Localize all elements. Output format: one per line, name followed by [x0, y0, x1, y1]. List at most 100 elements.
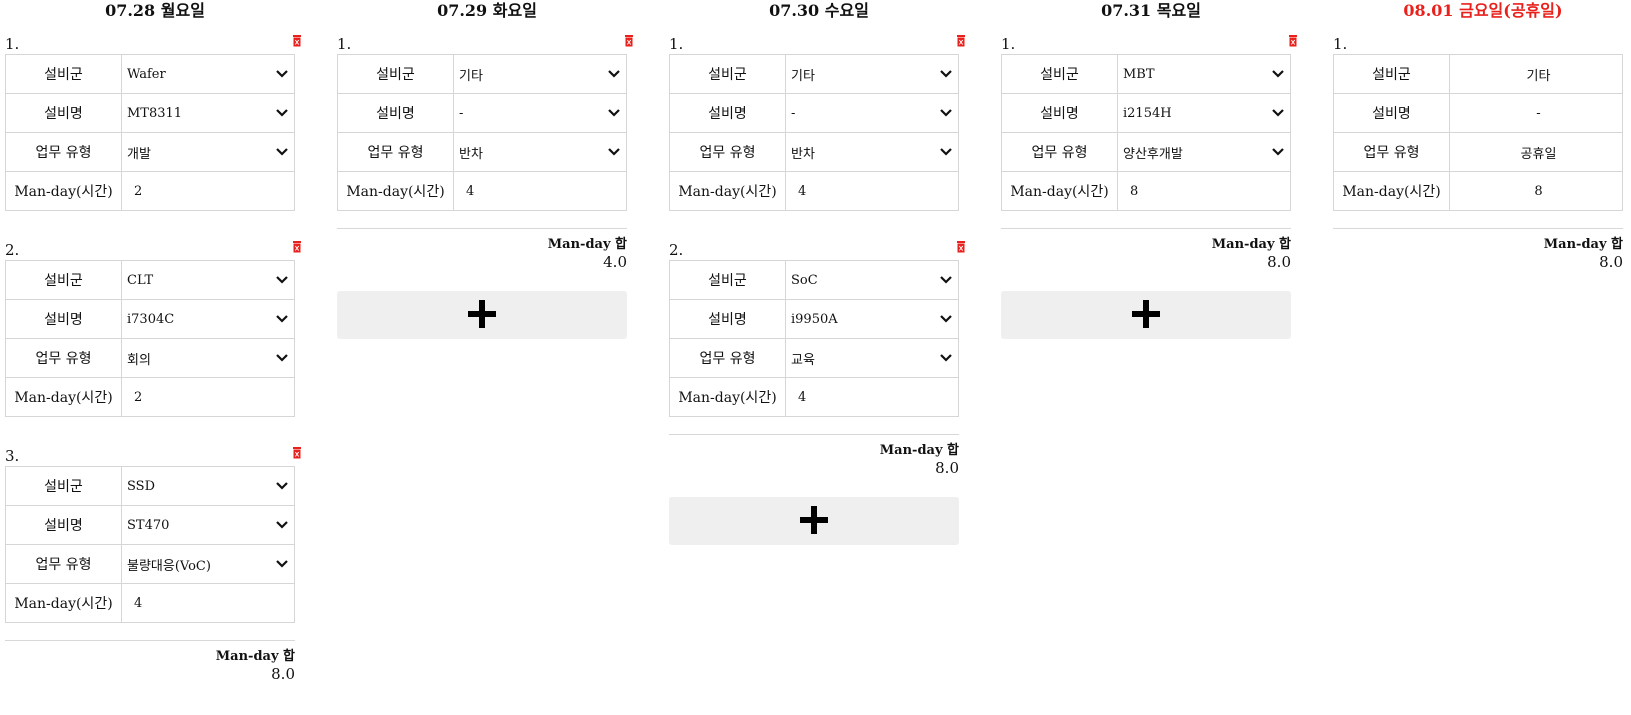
work-type-value: 회의: [127, 352, 151, 368]
chevron-down-icon: [608, 68, 620, 80]
chevron-down-icon: [608, 107, 620, 119]
work-type-label: 업무 유형: [5, 544, 122, 584]
hours-input[interactable]: 4: [453, 171, 627, 211]
group-select[interactable]: MBT: [1117, 54, 1291, 94]
name-label: 설비명: [5, 505, 122, 545]
hours-value: 2: [134, 389, 143, 405]
hours-label: Man-day(시간): [5, 171, 122, 211]
entry-form: 설비군 MBT 설비명 i2154H 업무 유형 양산후개발 Man-day(시…: [1001, 54, 1291, 211]
hours-input[interactable]: 2: [121, 171, 295, 211]
hours-label: Man-day(시간): [337, 171, 454, 211]
work-type-select[interactable]: 반차: [785, 132, 959, 172]
chevron-down-icon: [940, 146, 952, 158]
name-readonly: -: [1449, 93, 1623, 133]
work-type-select[interactable]: 반차: [453, 132, 627, 172]
day-column-wed: 07.30 수요일 1. 설비군 기타 설비명 - 업무 유형 반차 Man-d…: [669, 0, 969, 545]
name-select[interactable]: i7304C: [121, 299, 295, 339]
group-label: 설비군: [1001, 54, 1118, 94]
hours-value: 4: [134, 595, 143, 611]
add-entry-button[interactable]: [1001, 291, 1291, 339]
group-value: Wafer: [127, 66, 166, 82]
trash-icon[interactable]: [956, 241, 966, 253]
work-type-value: 반차: [791, 146, 815, 162]
name-label: 설비명: [5, 299, 122, 339]
group-select[interactable]: 기타: [453, 54, 627, 94]
group-select[interactable]: SoC: [785, 260, 959, 300]
day-column-thu: 07.31 목요일 1. 설비군 MBT 설비명 i2154H 업무 유형 양산…: [1001, 0, 1301, 339]
work-type-select[interactable]: 개발: [121, 132, 295, 172]
group-select[interactable]: Wafer: [121, 54, 295, 94]
summary-label: Man-day 합: [1211, 237, 1291, 252]
entry-form: 설비군 기타 설비명 - 업무 유형 반차 Man-day(시간) 4: [669, 54, 959, 211]
work-type-value: 반차: [459, 146, 483, 162]
work-type-readonly: 공휴일: [1449, 132, 1623, 172]
hours-label: Man-day(시간): [669, 377, 786, 417]
day-column-tue: 07.29 화요일 1. 설비군 기타 설비명 - 업무 유형 반차 Man-d…: [337, 0, 637, 339]
hours-value: 4: [798, 183, 807, 199]
hours-input[interactable]: 4: [785, 377, 959, 417]
group-label: 설비군: [5, 466, 122, 506]
chevron-down-icon: [276, 558, 288, 570]
hours-value: 2: [134, 183, 143, 199]
man-day-summary: Man-day 합 8.0: [5, 640, 295, 703]
hours-input[interactable]: 4: [121, 583, 295, 623]
name-select[interactable]: -: [785, 93, 959, 133]
group-value: 기타: [459, 68, 483, 84]
entry-number: 1.: [669, 35, 684, 53]
chevron-down-icon: [1272, 68, 1284, 80]
chevron-down-icon: [940, 274, 952, 286]
work-type-label: 업무 유형: [337, 132, 454, 172]
hours-input[interactable]: 2: [121, 377, 295, 417]
hours-value: 4: [466, 183, 475, 199]
chevron-down-icon: [276, 480, 288, 492]
name-select[interactable]: -: [453, 93, 627, 133]
hours-value: 8: [1130, 183, 1139, 199]
trash-icon[interactable]: [292, 35, 302, 47]
chevron-down-icon: [276, 146, 288, 158]
man-day-summary: Man-day 합 8.0: [669, 434, 959, 497]
summary-label: Man-day 합: [215, 649, 295, 664]
entry-card: 2. 설비군 SoC 설비명 i9950A 업무 유형 교육 Man-day(시…: [669, 228, 969, 434]
summary-label: Man-day 합: [547, 237, 627, 252]
trash-icon[interactable]: [292, 447, 302, 459]
name-label: 설비명: [1333, 93, 1450, 133]
entry-card: 3. 설비군 SSD 설비명 ST470 업무 유형 불량대응(VoC) Man…: [5, 434, 305, 640]
trash-icon[interactable]: [956, 35, 966, 47]
name-value: MT8311: [127, 105, 183, 121]
group-value: SSD: [127, 478, 156, 494]
name-label: 설비명: [5, 93, 122, 133]
trash-icon[interactable]: [624, 35, 634, 47]
entry-form: 설비군 기타 설비명 - 업무 유형 반차 Man-day(시간) 4: [337, 54, 627, 211]
day-title: 07.31 목요일: [1101, 1, 1201, 20]
work-type-value: 양산후개발: [1123, 146, 1183, 162]
trash-icon[interactable]: [292, 241, 302, 253]
group-select[interactable]: CLT: [121, 260, 295, 300]
name-select[interactable]: ST470: [121, 505, 295, 545]
group-select[interactable]: 기타: [785, 54, 959, 94]
chevron-down-icon: [276, 519, 288, 531]
add-entry-button[interactable]: [337, 291, 627, 339]
work-type-value: 개발: [127, 146, 151, 162]
name-select[interactable]: i9950A: [785, 299, 959, 339]
work-type-select[interactable]: 불량대응(VoC): [121, 544, 295, 584]
entry-form: 설비군 CLT 설비명 i7304C 업무 유형 회의 Man-day(시간) …: [5, 260, 295, 417]
work-type-select[interactable]: 양산후개발: [1117, 132, 1291, 172]
name-select[interactable]: i2154H: [1117, 93, 1291, 133]
chevron-down-icon: [276, 274, 288, 286]
name-value: ST470: [127, 517, 170, 533]
day-column-mon: 07.28 월요일 1. 설비군 Wafer 설비명 MT8311 업무 유형 …: [5, 0, 305, 703]
summary-label: Man-day 합: [879, 443, 959, 458]
hours-input[interactable]: 8: [1117, 171, 1291, 211]
chevron-down-icon: [940, 352, 952, 364]
trash-icon[interactable]: [1288, 35, 1298, 47]
name-select[interactable]: MT8311: [121, 93, 295, 133]
entry-number: 1.: [1333, 35, 1348, 53]
work-type-select[interactable]: 회의: [121, 338, 295, 378]
group-value: CLT: [127, 272, 154, 288]
group-select[interactable]: SSD: [121, 466, 295, 506]
work-type-select[interactable]: 교육: [785, 338, 959, 378]
work-type-label: 업무 유형: [1001, 132, 1118, 172]
add-entry-button[interactable]: [669, 497, 959, 545]
hours-input[interactable]: 4: [785, 171, 959, 211]
entry-form: 설비군 기타 설비명 - 업무 유형 공휴일 Man-day(시간) 8: [1333, 54, 1623, 211]
